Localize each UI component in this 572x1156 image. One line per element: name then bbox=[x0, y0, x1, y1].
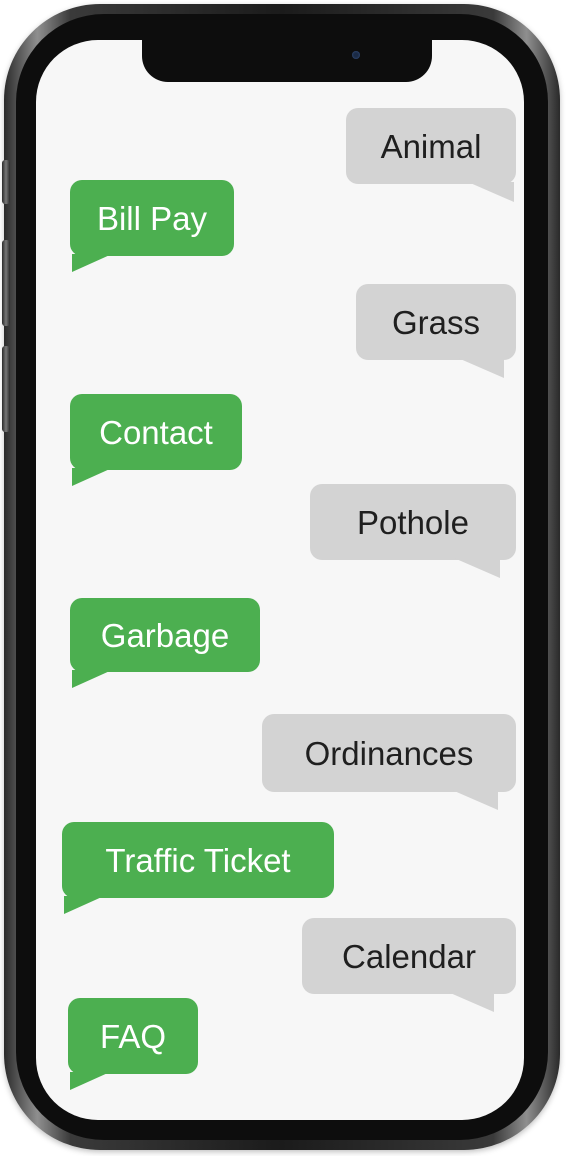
bubble-label: Calendar bbox=[342, 937, 476, 975]
chat-bubble-ordinances[interactable]: Ordinances bbox=[262, 714, 516, 792]
chat-bubble-bill-pay[interactable]: Bill Pay bbox=[70, 180, 234, 256]
bubble-label: Animal bbox=[380, 127, 482, 165]
chat-bubble-calendar[interactable]: Calendar bbox=[302, 918, 516, 994]
bubble-label: Garbage bbox=[100, 616, 230, 654]
mute-switch bbox=[2, 160, 10, 204]
bubble-tail bbox=[454, 558, 500, 578]
chat-bubble-animal[interactable]: Animal bbox=[346, 108, 516, 184]
bubble-label: Grass bbox=[391, 303, 480, 341]
bubble-label: FAQ bbox=[99, 1017, 167, 1055]
chat-bubble-traffic-ticket[interactable]: Traffic Ticket bbox=[62, 822, 334, 898]
bubble-tail bbox=[64, 896, 104, 914]
chat-bubble-faq[interactable]: FAQ bbox=[68, 998, 198, 1074]
bubble-tail bbox=[448, 992, 494, 1012]
chat-bubble-garbage[interactable]: Garbage bbox=[70, 598, 260, 672]
bubble-tail bbox=[452, 790, 498, 810]
bubble-tail bbox=[72, 468, 112, 486]
volume-up-button bbox=[2, 240, 10, 326]
bubble-tail bbox=[458, 358, 504, 378]
bubble-label: Contact bbox=[99, 413, 213, 451]
bubble-tail bbox=[468, 182, 514, 202]
bubble-label: Bill Pay bbox=[96, 199, 208, 237]
phone-screen: Animal Bill Pay Grass Contact Pothole Ga… bbox=[36, 40, 524, 1120]
chat-bubble-contact[interactable]: Contact bbox=[70, 394, 242, 470]
camera-icon bbox=[352, 51, 360, 59]
bubble-label: Ordinances bbox=[304, 734, 474, 772]
bubble-label: Traffic Ticket bbox=[105, 841, 291, 879]
volume-down-button bbox=[2, 346, 10, 432]
bubble-tail bbox=[70, 1072, 110, 1090]
bubble-label: Pothole bbox=[357, 503, 469, 541]
bubble-tail bbox=[72, 254, 112, 272]
notch bbox=[142, 40, 432, 82]
chat-bubble-grass[interactable]: Grass bbox=[356, 284, 516, 360]
bubble-tail bbox=[72, 670, 112, 688]
chat-bubble-pothole[interactable]: Pothole bbox=[310, 484, 516, 560]
